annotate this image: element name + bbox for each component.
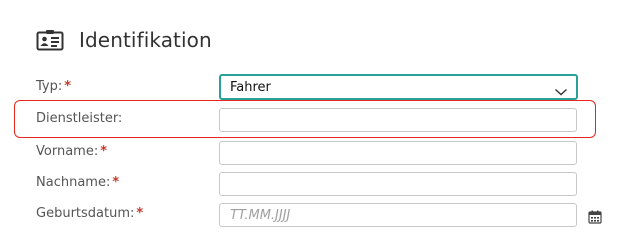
field-label-vorname: Vorname: *: [36, 144, 108, 159]
id-card-icon: [36, 29, 64, 51]
form-row-vorname: Vorname: *: [36, 138, 596, 166]
chevron-down-icon: [554, 82, 568, 96]
required-marker: *: [136, 206, 144, 221]
calendar-icon[interactable]: [588, 209, 602, 224]
dienstleister-input[interactable]: [219, 108, 577, 132]
geburtsdatum-input[interactable]: [219, 203, 577, 227]
required-marker: *: [100, 144, 108, 159]
section-header: Identifikation: [36, 24, 212, 56]
required-marker: *: [64, 79, 72, 94]
form-row-dienstleister: Dienstleister:: [36, 105, 596, 133]
section-title: Identifikation: [79, 28, 212, 52]
field-label-dienstleister: Dienstleister:: [36, 111, 123, 126]
field-label-geburtsdatum: Geburtsdatum: *: [36, 206, 144, 221]
field-label-nachname: Nachname: *: [36, 175, 120, 190]
form-row-nachname: Nachname: *: [36, 169, 596, 197]
typ-select-value: Fahrer: [230, 79, 271, 95]
identification-form: Identifikation Typ: * Fahrer Dienstleiste…: [0, 0, 632, 252]
nachname-input[interactable]: [219, 172, 577, 196]
required-marker: *: [112, 175, 120, 190]
form-row-typ: Typ: * Fahrer: [36, 73, 596, 101]
typ-select[interactable]: Fahrer: [219, 74, 578, 100]
form-row-geburtsdatum: Geburtsdatum: *: [36, 200, 602, 228]
field-label-typ: Typ: *: [36, 79, 72, 94]
vorname-input[interactable]: [219, 141, 577, 165]
